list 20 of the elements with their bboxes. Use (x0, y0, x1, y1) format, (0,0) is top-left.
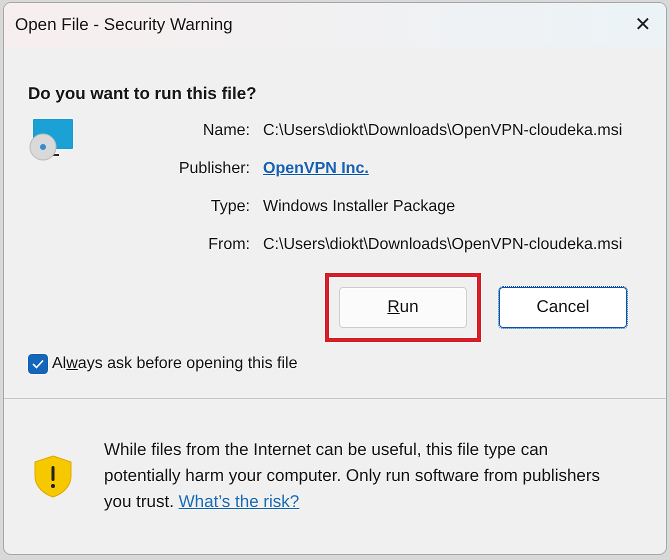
warning-shield-icon (32, 454, 74, 498)
installer-disc-icon (29, 118, 75, 160)
checkbox[interactable] (28, 354, 48, 374)
check-icon (32, 358, 44, 368)
publisher-link[interactable]: OpenVPN Inc. (263, 160, 369, 176)
close-button[interactable]: ✕ (620, 3, 666, 47)
checkbox-label[interactable]: Always ask before opening this file (52, 352, 298, 376)
field-label: Type: (210, 196, 250, 216)
warning-message: While files from the Internet can be useful, this file type can potentially harm your computer. Only run software from publishers you trust. What’s the risk? (104, 439, 602, 514)
run-button[interactable]: Run (339, 286, 467, 328)
field-label: From: (207, 234, 250, 254)
field-label: Name: (202, 120, 250, 140)
window-title: Open File - Security Warning (15, 14, 233, 36)
field-value: Windows Installer Package (263, 198, 456, 214)
risk-link[interactable]: What’s the risk? (178, 492, 300, 512)
field-label: Publisher: (178, 158, 250, 178)
question-heading: Do you want to run this file? (28, 83, 258, 105)
cancel-button[interactable]: Cancel (499, 286, 627, 328)
field-value: C:\Users\diokt\Downloads\OpenVPN-cloudeka.msi (263, 122, 622, 138)
field-value: C:\Users\diokt\Downloads\OpenVPN-cloudeka.msi (263, 236, 622, 252)
